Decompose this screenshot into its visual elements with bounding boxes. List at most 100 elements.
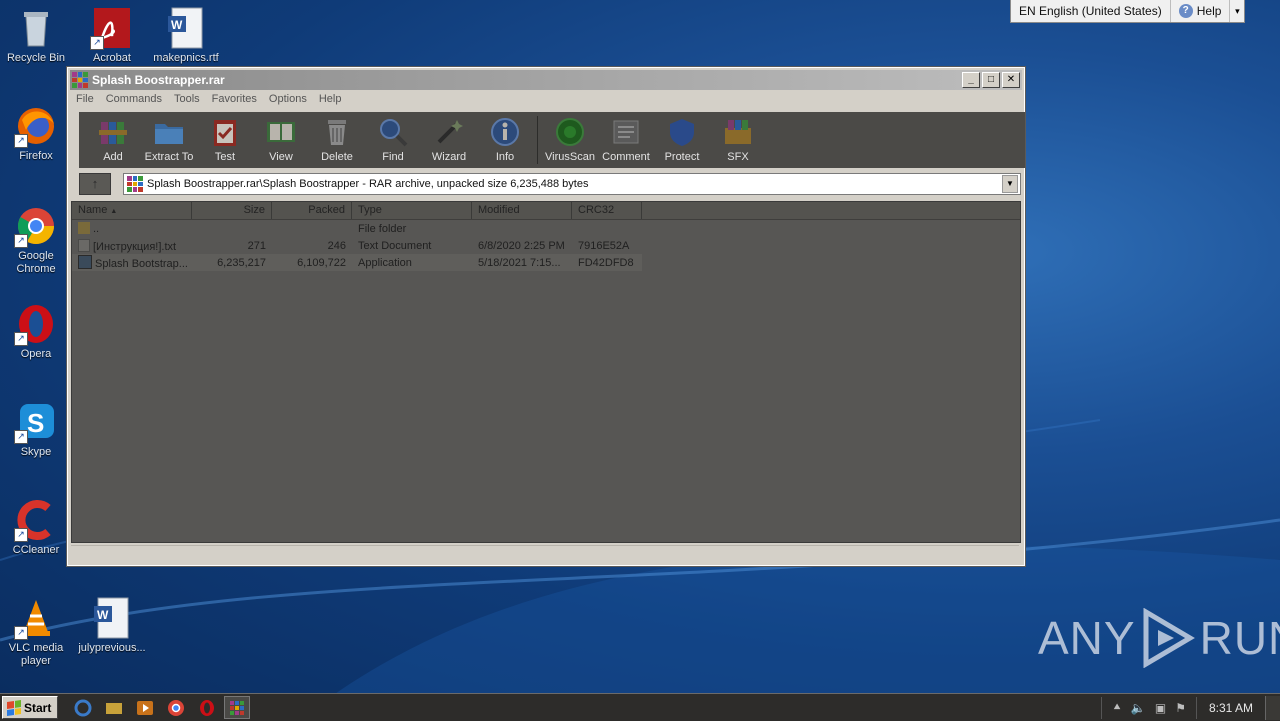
show-hidden-icons-icon[interactable]: ⯅ [1112, 700, 1122, 715]
text-file-icon [78, 238, 90, 252]
langbar-help-button[interactable]: ? Help [1171, 0, 1231, 22]
action-center-flag-icon[interactable]: ⚑ [1175, 701, 1186, 715]
winrar-app-icon [72, 72, 88, 88]
menu-help[interactable]: Help [313, 91, 348, 109]
menu-commands[interactable]: Commands [100, 91, 168, 109]
menu-file[interactable]: File [70, 91, 100, 109]
address-bar[interactable]: Splash Boostrapper.rar\Splash Boostrappe… [123, 173, 1021, 195]
toolbar-test-button[interactable]: Test [197, 112, 253, 168]
protect-shield-icon [670, 119, 694, 146]
menu-favorites[interactable]: Favorites [206, 91, 263, 109]
shortcut-arrow-icon: ↗ [14, 234, 28, 248]
network-icon[interactable]: ▣ [1155, 701, 1166, 715]
file-list-header: Name ▲ Size Packed Type Modified CRC32 [72, 202, 1020, 220]
column-crc32[interactable]: CRC32 [572, 202, 642, 219]
address-text: Splash Boostrapper.rar\Splash Boostrappe… [147, 178, 589, 190]
shortcut-arrow-icon: ↗ [14, 430, 28, 444]
status-bar [71, 545, 1019, 564]
chrome-icon: ↗ [14, 204, 58, 248]
taskbar-winrar-button[interactable] [224, 696, 251, 719]
opera-icon: ↗ [14, 302, 58, 346]
windows-logo-icon [7, 699, 21, 716]
shortcut-arrow-icon: ↗ [14, 332, 28, 346]
toolbar-delete-button[interactable]: Delete [309, 112, 365, 168]
add-archive-icon [99, 122, 127, 144]
file-explorer-icon[interactable] [103, 697, 125, 719]
skype-icon: S ↗ [14, 400, 58, 444]
menu-tools[interactable]: Tools [168, 91, 206, 109]
address-dropdown-icon[interactable]: ▼ [1002, 175, 1018, 193]
info-icon [491, 118, 519, 146]
media-player-icon[interactable] [134, 697, 156, 719]
toolbar: Add Extract To Test View Delete Find Wiz… [79, 112, 1025, 168]
word-document-icon: W [164, 6, 208, 50]
toolbar-wizard-button[interactable]: Wizard [421, 112, 477, 168]
volume-icon[interactable]: 🔈 [1131, 701, 1146, 715]
toolbar-separator [537, 116, 538, 164]
comment-icon [613, 120, 639, 144]
toolbar-virusscan-button[interactable]: VirusScan [542, 112, 598, 168]
shortcut-arrow-icon: ↗ [14, 134, 28, 148]
langbar-options-icon[interactable]: ▾ [1230, 0, 1244, 22]
view-book-icon [267, 122, 295, 142]
sfx-archive-icon [725, 120, 751, 144]
toolbar-sfx-button[interactable]: SFX [710, 112, 766, 168]
desktop-icon-julyprevious[interactable]: W julyprevious... [76, 596, 148, 655]
window-titlebar[interactable]: Splash Boostrapper.rar _ □ ✕ [70, 70, 1022, 90]
toolbar-info-button[interactable]: Info [477, 112, 533, 168]
maximize-button[interactable]: □ [982, 72, 1000, 88]
desktop-icon-recycle-bin[interactable]: Recycle Bin [0, 6, 72, 65]
menu-bar: File Commands Tools Favorites Options He… [70, 91, 347, 109]
chrome-taskbar-icon[interactable] [165, 697, 187, 719]
toolbar-extract-button[interactable]: Extract To [141, 112, 197, 168]
column-modified[interactable]: Modified [472, 202, 572, 219]
play-logo-icon [1143, 608, 1195, 668]
desktop-icon-skype[interactable]: S ↗ Skype [0, 400, 72, 459]
start-button[interactable]: Start [2, 696, 59, 719]
desktop-icon-acrobat[interactable]: ↗ Acrobat [76, 6, 148, 65]
folder-up-icon [78, 222, 90, 234]
menu-options[interactable]: Options [263, 91, 313, 109]
close-button[interactable]: ✕ [1002, 72, 1020, 88]
column-type[interactable]: Type [352, 202, 472, 219]
show-desktop-button[interactable] [1265, 695, 1280, 720]
shortcut-arrow-icon: ↗ [14, 528, 28, 542]
firefox-icon: ↗ [14, 104, 58, 148]
opera-taskbar-icon[interactable] [196, 697, 218, 719]
table-row[interactable]: .. File folder [72, 220, 1020, 237]
delete-trash-icon [328, 120, 346, 145]
acrobat-icon: ↗ [90, 6, 134, 50]
find-magnifier-icon [380, 119, 408, 147]
column-name[interactable]: Name ▲ [72, 202, 192, 219]
vlc-cone-icon: ↗ [14, 596, 58, 640]
toolbar-protect-button[interactable]: Protect [654, 112, 710, 168]
shortcut-arrow-icon: ↗ [90, 36, 104, 50]
svg-text:W: W [171, 18, 183, 32]
taskbar-clock[interactable]: 8:31 AM [1197, 701, 1265, 715]
minimize-button[interactable]: _ [962, 72, 980, 88]
winrar-taskbar-icon [230, 700, 245, 715]
toolbar-comment-button[interactable]: Comment [598, 112, 654, 168]
desktop-icon-opera[interactable]: ↗ Opera [0, 302, 72, 361]
ccleaner-icon: ↗ [14, 498, 58, 542]
window-title: Splash Boostrapper.rar [92, 73, 225, 87]
toolbar-add-button[interactable]: Add [85, 112, 141, 168]
toolbar-find-button[interactable]: Find [365, 112, 421, 168]
toolbar-view-button[interactable]: View [253, 112, 309, 168]
table-row-selected[interactable]: Splash Bootstrap... 6,235,217 6,109,722 … [72, 254, 642, 271]
column-packed[interactable]: Packed [272, 202, 352, 219]
table-row[interactable]: [Инструкция!].txt 271 246 Text Document … [72, 237, 1020, 254]
desktop-icon-ccleaner[interactable]: ↗ CCleaner [0, 498, 72, 557]
column-size[interactable]: Size [192, 202, 272, 219]
desktop-icon-vlc[interactable]: ↗ VLC media player [0, 596, 72, 668]
up-one-level-button[interactable]: ↑ [79, 173, 111, 195]
sort-ascending-icon: ▲ [110, 208, 118, 215]
rar-archive-icon [127, 176, 143, 192]
desktop-icon-google-chrome[interactable]: ↗ Google Chrome [0, 204, 72, 276]
internet-explorer-icon[interactable] [72, 697, 94, 719]
desktop-icon-makepnics-rtf[interactable]: W makepnics.rtf [150, 6, 222, 65]
svg-text:W: W [97, 608, 109, 622]
desktop-icon-firefox[interactable]: ↗ Firefox [0, 104, 72, 163]
recycle-bin-icon [14, 6, 58, 50]
language-indicator[interactable]: EN English (United States) [1011, 0, 1171, 22]
